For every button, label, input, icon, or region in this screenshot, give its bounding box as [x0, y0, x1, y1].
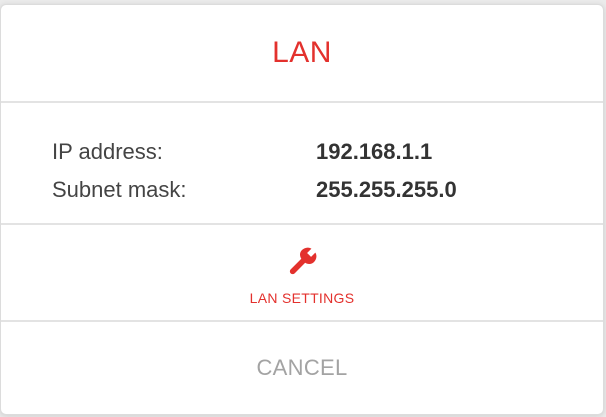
ip-address-label: IP address: — [52, 139, 163, 164]
dialog-header: LAN — [1, 5, 603, 103]
wrench-icon — [289, 246, 318, 274]
subnet-mask-label: Subnet mask: — [52, 177, 187, 202]
ip-address-row: IP address: 192.168.1.1 — [52, 134, 603, 170]
lan-dialog: LAN IP address: 192.168.1.1 Subnet mask:… — [0, 4, 604, 415]
lan-settings-label: LAN SETTINGS — [249, 289, 355, 306]
cancel-button[interactable]: CANCEL — [1, 322, 603, 414]
subnet-mask-row: Subnet mask: 255.255.255.0 — [52, 172, 603, 208]
ip-address-value: 192.168.1.1 — [316, 139, 433, 164]
subnet-mask-value: 255.255.255.0 — [316, 177, 457, 202]
cancel-label: CANCEL — [256, 355, 348, 380]
lan-settings-button[interactable]: LAN SETTINGS — [1, 225, 603, 322]
dialog-title: LAN — [272, 36, 332, 69]
lan-info-section: IP address: 192.168.1.1 Subnet mask: 255… — [1, 103, 603, 225]
